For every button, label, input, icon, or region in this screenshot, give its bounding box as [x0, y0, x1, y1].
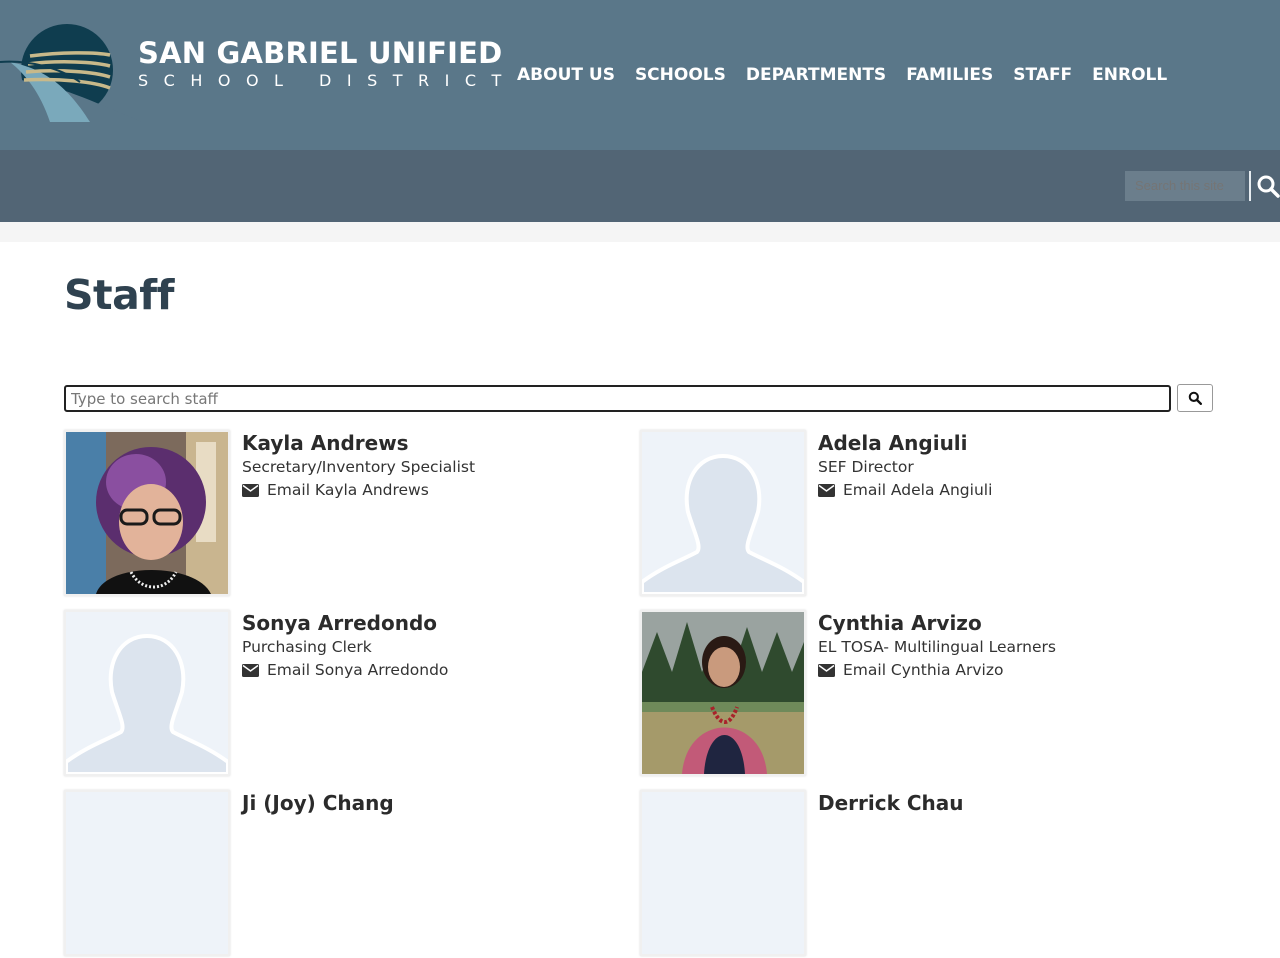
staff-title: Purchasing Clerk — [242, 638, 372, 656]
nav-staff[interactable]: STAFF — [1013, 64, 1072, 86]
site-header: SAN GABRIEL UNIFIED SCHOOL DISTRICT ABOU… — [0, 0, 1280, 150]
nav-families[interactable]: FAMILIES — [906, 64, 993, 86]
page-title: Staff — [64, 271, 174, 319]
staff-email-label: Email Adela Angiuli — [843, 481, 993, 499]
staff-title: SEF Director — [818, 458, 914, 476]
portrait-photo — [66, 432, 228, 594]
staff-email-link[interactable]: Email Cynthia Arvizo — [818, 658, 1056, 682]
staff-card: Kayla Andrews Secretary/Inventory Specia… — [64, 430, 624, 598]
staff-photo — [64, 430, 230, 596]
divider-strip — [0, 222, 1280, 242]
main-nav: ABOUT US SCHOOLS DEPARTMENTS FAMILIES ST… — [517, 64, 1187, 86]
avatar-placeholder-icon — [66, 612, 228, 774]
district-logo[interactable] — [0, 22, 142, 122]
staff-card: Ji (Joy) Chang — [64, 790, 624, 958]
staff-photo — [64, 790, 230, 956]
staff-info: Cynthia Arvizo EL TOSA- Multilingual Lea… — [818, 610, 1056, 682]
staff-search-button[interactable] — [1177, 384, 1213, 412]
staff-card: Cynthia Arvizo EL TOSA- Multilingual Lea… — [640, 610, 1200, 778]
site-search-button[interactable] — [1256, 174, 1280, 198]
nav-enroll[interactable]: ENROLL — [1092, 64, 1167, 86]
brand-wordmark[interactable]: SAN GABRIEL UNIFIED SCHOOL DISTRICT — [138, 36, 517, 91]
staff-name: Kayla Andrews — [242, 431, 409, 455]
nav-schools[interactable]: SCHOOLS — [635, 64, 726, 86]
staff-info: Ji (Joy) Chang — [242, 790, 394, 816]
search-icon — [1257, 175, 1280, 198]
staff-email-link[interactable]: Email Kayla Andrews — [242, 478, 475, 502]
staff-email-link[interactable]: Email Sonya Arredondo — [242, 658, 448, 682]
staff-card: Adela Angiuli SEF Director Email Adela A… — [640, 430, 1200, 598]
avatar-placeholder-icon — [66, 792, 228, 954]
search-bar-region — [0, 150, 1280, 222]
avatar-placeholder-icon — [642, 432, 804, 594]
staff-photo — [640, 790, 806, 956]
staff-name: Cynthia Arvizo — [818, 611, 982, 635]
brand-title: SAN GABRIEL UNIFIED — [138, 36, 503, 70]
brand-subtitle: SCHOOL DISTRICT — [138, 71, 517, 90]
envelope-icon — [818, 663, 835, 677]
portrait-photo — [642, 612, 804, 774]
envelope-icon — [242, 483, 259, 497]
avatar-placeholder-icon — [642, 792, 804, 954]
envelope-icon — [242, 663, 259, 677]
staff-info: Derrick Chau — [818, 790, 964, 816]
staff-name: Adela Angiuli — [818, 431, 968, 455]
envelope-icon — [818, 483, 835, 497]
staff-info: Adela Angiuli SEF Director Email Adela A… — [818, 430, 992, 502]
staff-title: EL TOSA- Multilingual Learners — [818, 638, 1056, 656]
staff-name: Sonya Arredondo — [242, 611, 437, 635]
staff-info: Sonya Arredondo Purchasing Clerk Email S… — [242, 610, 448, 682]
staff-name: Derrick Chau — [818, 791, 964, 815]
staff-email-link[interactable]: Email Adela Angiuli — [818, 478, 992, 502]
site-search-input[interactable] — [1125, 171, 1245, 201]
staff-photo — [640, 430, 806, 596]
staff-email-label: Email Cynthia Arvizo — [843, 661, 1004, 679]
staff-search-input[interactable] — [64, 385, 1171, 412]
district-logo-icon — [0, 24, 142, 122]
staff-name: Ji (Joy) Chang — [242, 791, 394, 815]
staff-email-label: Email Sonya Arredondo — [267, 661, 449, 679]
staff-info: Kayla Andrews Secretary/Inventory Specia… — [242, 430, 475, 502]
staff-title: Secretary/Inventory Specialist — [242, 458, 476, 476]
staff-card: Derrick Chau — [640, 790, 1200, 958]
nav-about-us[interactable]: ABOUT US — [517, 64, 615, 86]
staff-card: Sonya Arredondo Purchasing Clerk Email S… — [64, 610, 624, 778]
staff-email-label: Email Kayla Andrews — [267, 481, 429, 499]
search-icon — [1188, 391, 1202, 405]
search-divider — [1249, 171, 1251, 201]
staff-photo — [64, 610, 230, 776]
nav-departments[interactable]: DEPARTMENTS — [746, 64, 886, 86]
staff-photo — [640, 610, 806, 776]
